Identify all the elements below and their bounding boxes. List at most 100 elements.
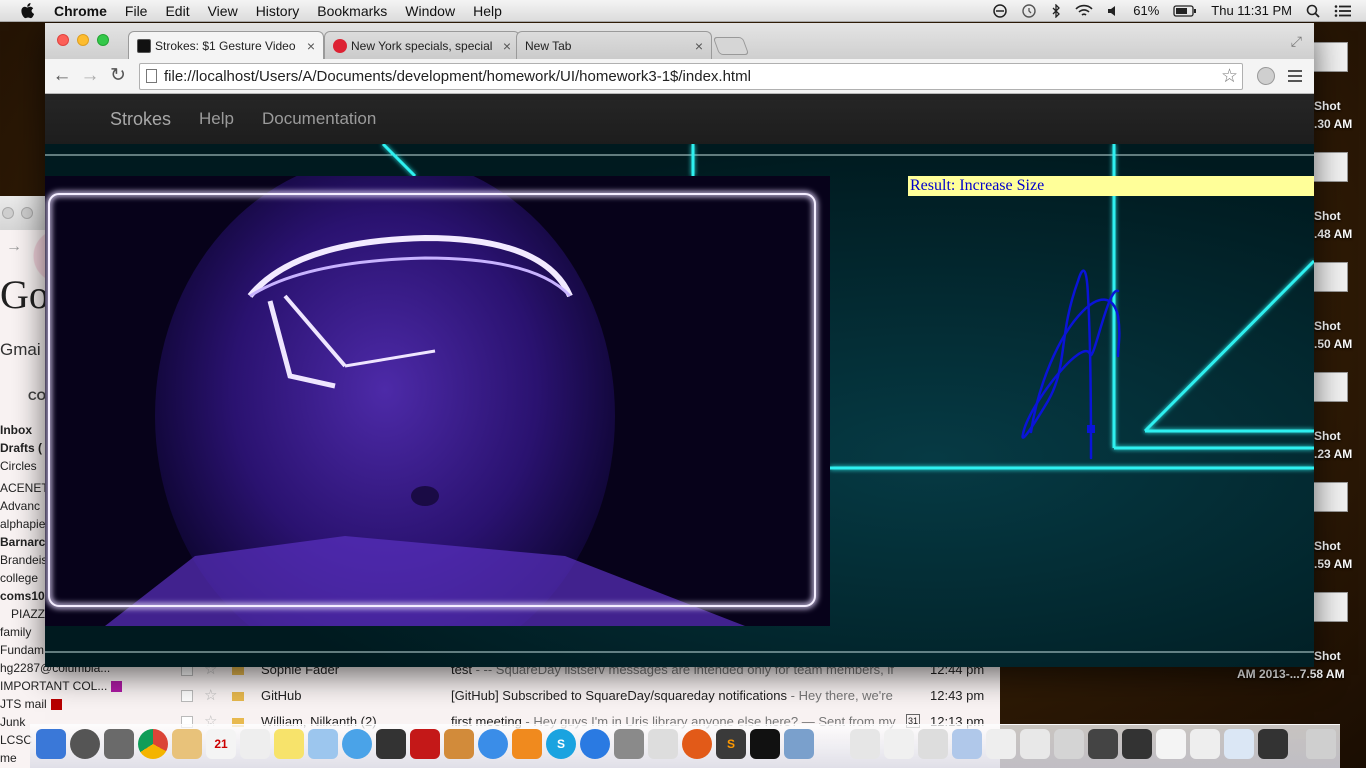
- address-bar-url[interactable]: file://localhost/Users/A/Documents/devel…: [164, 68, 751, 85]
- screenshot-file-icon[interactable]: [1312, 42, 1348, 72]
- tab-new-tab[interactable]: New Tab ×: [516, 31, 712, 59]
- tab-strokes[interactable]: Strokes: $1 Gesture Video ×: [128, 31, 324, 59]
- star-icon[interactable]: ☆: [204, 683, 217, 709]
- facetime-icon[interactable]: [376, 729, 406, 759]
- window-close-button[interactable]: [2, 207, 14, 219]
- minimized-window-icon[interactable]: [918, 729, 948, 759]
- window-minimize-button[interactable]: [21, 207, 33, 219]
- notification-center-icon[interactable]: [1334, 4, 1352, 18]
- forward-arrow-icon[interactable]: →: [79, 65, 101, 87]
- time-machine-icon[interactable]: [1021, 3, 1037, 18]
- menubar-clock[interactable]: Thu 11:31 PM: [1211, 3, 1292, 18]
- minimized-window-icon[interactable]: [1088, 729, 1118, 759]
- preview-icon[interactable]: [308, 729, 338, 759]
- label-color-swatch: [111, 681, 123, 693]
- back-arrow-icon[interactable]: ←: [51, 65, 73, 87]
- desktop-file-label: Shot: [1314, 649, 1341, 663]
- battery-icon[interactable]: [1173, 4, 1197, 17]
- minimized-window-icon[interactable]: [1156, 729, 1186, 759]
- minimized-window-icon[interactable]: [1258, 729, 1288, 759]
- minimized-window-icon[interactable]: [884, 729, 914, 759]
- chrome-menu-icon[interactable]: [1288, 67, 1302, 85]
- menu-edit[interactable]: Edit: [165, 3, 189, 19]
- gmail-label-item[interactable]: JTS mail: [0, 695, 140, 713]
- minimized-window-icon[interactable]: [986, 729, 1016, 759]
- skype-icon[interactable]: S: [546, 729, 576, 759]
- ibooks-icon[interactable]: [512, 729, 542, 759]
- battery-percent[interactable]: 61%: [1133, 3, 1159, 18]
- menu-app-name[interactable]: Chrome: [54, 3, 107, 19]
- spotlight-search-icon[interactable]: [1306, 4, 1320, 18]
- new-tab-button[interactable]: [712, 37, 750, 55]
- chrome-icon[interactable]: [138, 729, 168, 759]
- trash-icon[interactable]: [1306, 729, 1336, 759]
- launchpad-icon[interactable]: [70, 729, 100, 759]
- reminders-icon[interactable]: [240, 729, 270, 759]
- row-checkbox[interactable]: [181, 690, 193, 702]
- preview-app-icon[interactable]: [784, 729, 814, 759]
- firefox-icon[interactable]: [682, 729, 712, 759]
- tab-close-icon[interactable]: ×: [303, 33, 319, 59]
- menu-file[interactable]: File: [125, 3, 148, 19]
- tab-close-icon[interactable]: ×: [691, 33, 707, 59]
- photo-booth-icon[interactable]: [410, 729, 440, 759]
- wifi-icon[interactable]: [1075, 4, 1093, 18]
- email-row[interactable]: ☆ GitHub [GitHub] Subscribed to SquareDay/…: [170, 683, 1000, 709]
- extension-icon[interactable]: [1257, 67, 1275, 85]
- nav-link-documentation[interactable]: Documentation: [262, 109, 376, 129]
- notes-icon[interactable]: [274, 729, 304, 759]
- compose-button[interactable]: CO: [28, 389, 46, 403]
- screenshot-file-icon[interactable]: [1312, 372, 1348, 402]
- minimized-window-icon[interactable]: [1224, 729, 1254, 759]
- menu-view[interactable]: View: [208, 3, 238, 19]
- iphoto-icon[interactable]: [444, 729, 474, 759]
- window-minimize-button[interactable]: [77, 34, 89, 46]
- bookmark-star-icon[interactable]: ☆: [1221, 64, 1238, 89]
- screenshot-file-icon[interactable]: [1312, 152, 1348, 182]
- gmail-label-text: Drafts (: [0, 441, 43, 455]
- screenshot-file-icon[interactable]: [1312, 262, 1348, 292]
- do-not-disturb-icon[interactable]: [993, 3, 1008, 18]
- minimized-window-icon[interactable]: [1020, 729, 1050, 759]
- calendar-icon[interactable]: 21: [206, 729, 236, 759]
- document-icon[interactable]: [648, 729, 678, 759]
- finder-icon[interactable]: [36, 729, 66, 759]
- menu-help[interactable]: Help: [473, 3, 502, 19]
- screenshot-file-icon[interactable]: [1312, 482, 1348, 512]
- reload-icon[interactable]: ↻: [107, 65, 129, 87]
- window-zoom-button[interactable]: [97, 34, 109, 46]
- sublime-text-icon[interactable]: S: [716, 729, 746, 759]
- apple-menu-icon[interactable]: [20, 2, 38, 19]
- tab-new-york-specials[interactable]: New York specials, special ×: [324, 31, 520, 59]
- messages-icon[interactable]: [342, 729, 372, 759]
- volume-icon[interactable]: [1107, 4, 1119, 18]
- navbar-brand[interactable]: Strokes: [110, 109, 171, 130]
- importance-marker-icon[interactable]: [232, 666, 244, 675]
- menu-window[interactable]: Window: [405, 3, 455, 19]
- system-preferences-icon[interactable]: [614, 729, 644, 759]
- gmail-label-item[interactable]: IMPORTANT COL...: [0, 677, 140, 695]
- terminal-icon[interactable]: [750, 729, 780, 759]
- nav-link-help[interactable]: Help: [199, 109, 234, 129]
- mail-stamp-icon[interactable]: [172, 729, 202, 759]
- tab-close-icon[interactable]: ×: [499, 33, 515, 59]
- gesture-drawing-canvas[interactable]: [908, 196, 1314, 466]
- address-bar[interactable]: file://localhost/Users/A/Documents/devel…: [139, 63, 1243, 90]
- back-arrow-icon[interactable]: →: [6, 238, 22, 256]
- screenshot-file-icon[interactable]: [1312, 592, 1348, 622]
- menu-bookmarks[interactable]: Bookmarks: [317, 3, 387, 19]
- app-store-icon[interactable]: [580, 729, 610, 759]
- gesture-video[interactable]: [45, 176, 830, 626]
- fullscreen-icon[interactable]: ⤢: [1291, 33, 1302, 50]
- minimized-window-icon[interactable]: [1190, 729, 1220, 759]
- stacked-folder-icon[interactable]: [850, 729, 880, 759]
- minimized-window-icon[interactable]: [952, 729, 982, 759]
- minimized-window-icon[interactable]: [1122, 729, 1152, 759]
- mission-control-icon[interactable]: [104, 729, 134, 759]
- importance-marker-icon[interactable]: [232, 692, 244, 701]
- minimized-window-icon[interactable]: [1054, 729, 1084, 759]
- window-close-button[interactable]: [57, 34, 69, 46]
- menu-history[interactable]: History: [256, 3, 300, 19]
- itunes-icon[interactable]: [478, 729, 508, 759]
- bluetooth-icon[interactable]: [1051, 3, 1061, 18]
